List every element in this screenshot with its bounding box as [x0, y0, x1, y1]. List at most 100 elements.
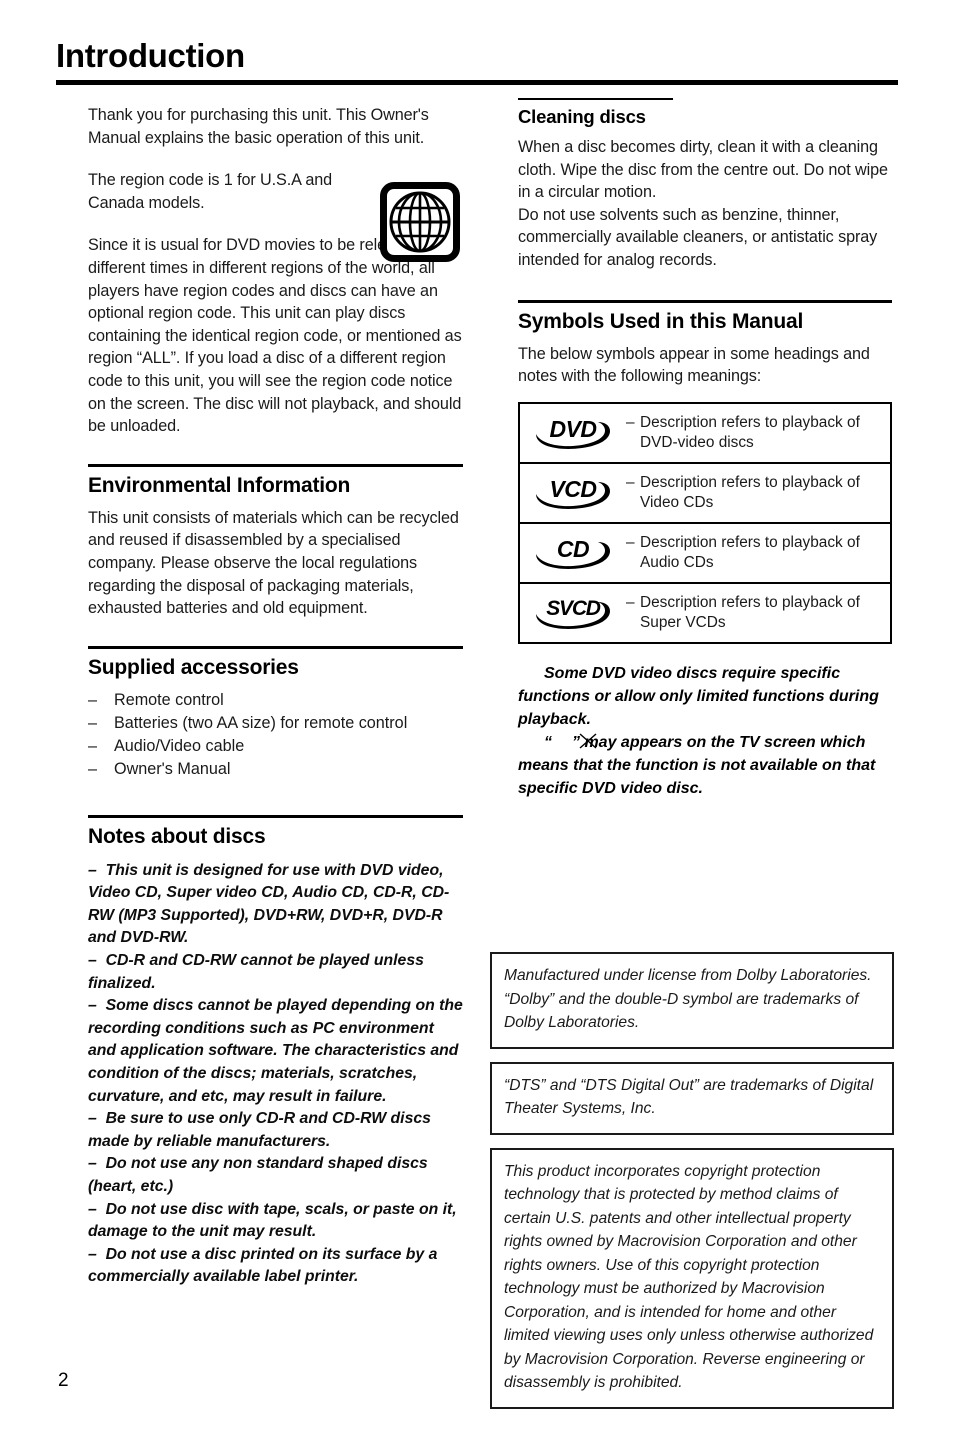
cleaning-discs-body: When a disc becomes dirty, clean it with…	[518, 138, 888, 269]
environmental-heading: Environmental Information	[88, 473, 351, 497]
dash-bullet: –	[88, 1155, 106, 1173]
dash-bullet: –	[626, 413, 635, 431]
disc-logo-label: CD	[556, 535, 590, 562]
note-item-label: CD-R and CD-RW cannot be played unless f…	[88, 952, 424, 992]
symbols-table: DVD – Description refers to playback of D…	[518, 401, 892, 644]
dash-bullet: –	[88, 690, 98, 709]
note-item-label: This unit is designed for use with DVD v…	[88, 861, 450, 947]
symbol-description-line2: Super VCDs	[640, 613, 726, 631]
symbol-icon-cell: SVCD	[519, 583, 626, 643]
dash-bullet: –	[626, 473, 635, 491]
supplied-accessories-heading: Supplied accessories	[88, 655, 299, 679]
dash-bullet: –	[88, 861, 106, 879]
dash-bullet: –	[88, 1200, 106, 1218]
list-item: – Batteries (two AA size) for remote cont…	[88, 712, 463, 735]
dash-bullet: –	[88, 952, 106, 970]
symbol-description-line1: Description refers to playback of	[640, 473, 860, 491]
dash-bullet: –	[88, 1110, 106, 1128]
dash-bullet: –	[88, 997, 106, 1015]
note-item-label: Do not use a disc printed on its surface…	[88, 1245, 438, 1286]
title-divider	[56, 80, 898, 85]
list-item: – Audio/Video cable	[88, 735, 463, 758]
cleaning-discs-heading: Cleaning discs	[518, 106, 646, 127]
page-title: Introduction	[56, 37, 245, 74]
symbol-description-line1: Description refers to playback of	[640, 413, 860, 431]
right-column: Cleaning discs When a disc becomes dirty…	[518, 98, 892, 800]
dolby-license-box: Manufactured under license from Dolby La…	[490, 952, 894, 1049]
list-item-label: Remote control	[114, 690, 224, 709]
note-item: – Do not use disc with tape, scals, or p…	[88, 1199, 463, 1244]
manual-page: Introduction Thank you for purchasing th…	[0, 0, 954, 1430]
cd-disc-logo-icon: CD	[530, 534, 616, 572]
symbol-icon-cell: DVD	[519, 403, 626, 463]
notes-about-discs-divider	[88, 814, 463, 818]
symbols-note-para1-text: Some DVD video discs require specific fu…	[518, 664, 879, 728]
macrovision-license-box: This product incorporates copyright prot…	[490, 1147, 894, 1409]
dash-bullet: –	[88, 759, 98, 778]
symbol-icon-cell: VCD	[519, 463, 626, 523]
list-item-label: Batteries (two AA size) for remote contr…	[114, 713, 408, 732]
cleaning-discs-divider	[518, 98, 673, 100]
table-row: DVD – Description refers to playback of D…	[519, 403, 891, 463]
symbol-description-line2: DVD-video discs	[640, 433, 754, 451]
list-item-label: Audio/Video cable	[114, 736, 245, 755]
symbol-description-cell: – Description refers to playback of Video…	[626, 463, 891, 523]
symbol-description-cell: – Description refers to playback of Super…	[626, 583, 891, 643]
table-row: SVCD – Description refers to playback of …	[519, 583, 891, 643]
dash-bullet: –	[88, 736, 98, 755]
note-item: – Be sure to use only CD-R and CD-RW dis…	[88, 1108, 463, 1153]
dash-bullet: –	[88, 1245, 106, 1263]
notes-about-discs-heading: Notes about discs	[88, 824, 266, 848]
intro-paragraph: Thank you for purchasing this unit. This…	[88, 106, 429, 147]
note-item: – Some discs cannot be played depending …	[88, 995, 463, 1108]
disc-logo-label: VCD	[549, 475, 597, 502]
license-boxes: Manufactured under license from Dolby La…	[490, 952, 894, 1409]
note-item: – Do not use a disc printed on its surfa…	[88, 1244, 463, 1289]
dash-bullet: –	[626, 533, 635, 551]
note-item-label: Do not use any non standard shaped discs…	[88, 1155, 428, 1195]
supplied-accessories-divider	[88, 645, 463, 649]
svcd-disc-logo-icon: SVCD	[530, 594, 616, 632]
note-item: – CD-R and CD-RW cannot be played unless…	[88, 950, 463, 995]
page-number: 2	[58, 1370, 69, 1391]
symbol-description-line2: Audio CDs	[640, 553, 714, 571]
list-item: – Remote control	[88, 689, 463, 712]
note-item-label: Some discs cannot be played depending on…	[88, 997, 463, 1105]
symbol-description-cell: – Description refers to playback of Audio…	[626, 523, 891, 583]
table-row: CD – Description refers to playback of Au…	[519, 523, 891, 583]
symbols-note-para1: Some DVD video discs require specific fu…	[518, 662, 892, 731]
note-item: – This unit is designed for use with DVD…	[88, 860, 463, 950]
quote-open: “	[544, 733, 552, 751]
region-code-paragraph: The region code is 1 for U.S.A and Canad…	[88, 171, 333, 212]
x-mark-icon	[552, 733, 597, 749]
dts-license-box: “DTS” and “DTS Digital Out” are trademar…	[490, 1061, 894, 1135]
table-row: VCD – Description refers to playback of V…	[519, 463, 891, 523]
list-item-label: Owner's Manual	[114, 759, 231, 778]
symbol-icon-cell: CD	[519, 523, 626, 583]
dvd-disc-logo-icon: DVD	[530, 414, 616, 452]
dash-bullet: –	[88, 713, 98, 732]
region-detail-paragraph: Since it is usual for DVD movies to be r…	[88, 236, 462, 436]
symbols-note: Some DVD video discs require specific fu…	[518, 662, 892, 800]
symbol-description-line2: Video CDs	[640, 493, 714, 511]
list-item: – Owner's Manual	[88, 758, 463, 781]
notes-about-discs-list: – This unit is designed for use with DVD…	[88, 860, 463, 1289]
symbol-description-cell: – Description refers to playback of DVD-v…	[626, 403, 891, 463]
symbol-description-line1: Description refers to playback of	[640, 593, 860, 611]
note-item-label: Do not use disc with tape, scals, or pas…	[88, 1200, 457, 1241]
symbols-section-heading: Symbols Used in this Manual	[518, 309, 804, 333]
symbols-section-intro: The below symbols appear in some heading…	[518, 344, 870, 386]
environmental-divider	[88, 463, 463, 467]
note-item-label: Be sure to use only CD-R and CD-RW discs…	[88, 1110, 431, 1150]
globe-icon	[380, 182, 460, 262]
symbol-description-line1: Description refers to playback of	[640, 533, 860, 551]
symbols-note-para2: “” may appears on the TV screen which me…	[518, 731, 892, 800]
symbols-section-divider	[518, 299, 892, 303]
note-item: – Do not use any non standard shaped dis…	[88, 1153, 463, 1198]
disc-logo-label: SVCD	[546, 596, 601, 620]
disc-logo-label: DVD	[549, 415, 597, 442]
dash-bullet: –	[626, 593, 635, 611]
left-column: Thank you for purchasing this unit. This…	[88, 104, 463, 1289]
vcd-disc-logo-icon: VCD	[530, 474, 616, 512]
environmental-body: This unit consists of materials which ca…	[88, 508, 459, 618]
